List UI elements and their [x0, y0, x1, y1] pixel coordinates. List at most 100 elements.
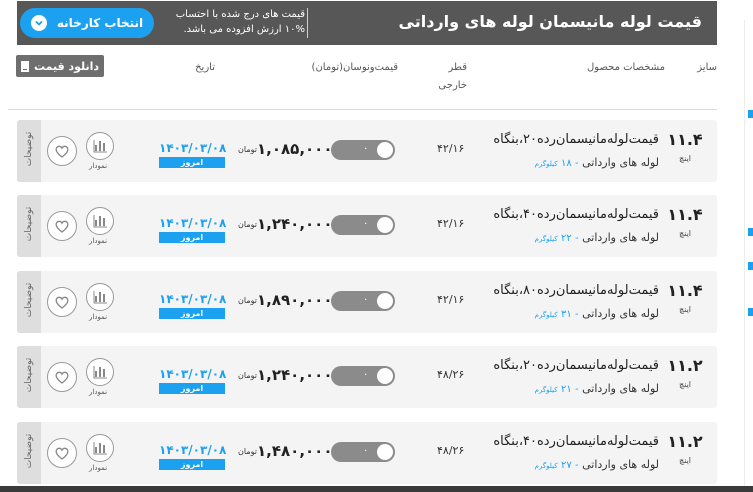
fluctuation-value: ۰ — [363, 218, 369, 229]
scroll-marker — [748, 110, 753, 118]
description-tab[interactable]: توضیحات — [17, 346, 41, 408]
header-divider-line — [8, 109, 717, 110]
description-tab[interactable]: توضیحات — [17, 195, 41, 257]
chart-label: نمودار — [89, 464, 108, 472]
pipe-size: ۱۱.۲ — [667, 432, 703, 451]
page-header: قیمت لوله مانیسمان لوله های وارداتی قیمت… — [17, 1, 717, 45]
description-label: توضیحات — [24, 131, 34, 167]
price-value: ۱,۸۹۰,۰۰۰ — [257, 291, 333, 309]
col-diameter: قطر خارجی — [438, 62, 467, 91]
chevron-down-icon — [30, 15, 47, 31]
fluctuation-toggle[interactable]: ۰ — [331, 366, 395, 386]
pipe-size: ۱۱.۴ — [667, 130, 703, 149]
outer-diameter: ۴۲/۱۶ — [437, 217, 465, 230]
price-value: ۱,۰۸۵,۰۰۰ — [257, 140, 333, 158]
product-name[interactable]: قیمت‌لوله‌مانیسمان‌رده۴۰،بنگاه — [493, 207, 659, 222]
today-badge: امروز — [159, 459, 225, 470]
favorite-button[interactable] — [47, 362, 77, 392]
product-name[interactable]: قیمت‌لوله‌مانیسمان‌رده۸۰،بنگاه — [493, 283, 659, 298]
weight-unit: کیلوگرم — [534, 462, 558, 470]
product-name[interactable]: قیمت‌لوله‌مانیسمان‌رده۴۰،بنگاه — [493, 434, 659, 449]
bar-chart-icon — [93, 215, 107, 228]
product-category: لوله های وارداتی — [582, 156, 659, 169]
scroll-marker — [748, 308, 753, 316]
today-badge: امروز — [159, 157, 225, 168]
favorite-button[interactable] — [47, 136, 77, 166]
heart-icon — [55, 220, 69, 233]
chart-label: نمودار — [89, 388, 108, 396]
taskbar-strip — [0, 486, 753, 492]
heart-icon — [55, 447, 69, 460]
currency-label: تومان — [238, 371, 257, 380]
product-line: لوله های وارداتی - ۲۷ کیلوگرم — [534, 458, 659, 471]
fluctuation-toggle[interactable]: ۰ — [331, 442, 395, 462]
favorite-button[interactable] — [47, 287, 77, 317]
description-tab[interactable]: توضیحات — [17, 271, 41, 333]
product-weight: ۲۱ — [561, 384, 572, 395]
heart-icon — [55, 145, 69, 158]
favorite-button[interactable] — [47, 438, 77, 468]
size-unit: اینچ — [678, 305, 692, 314]
toggle-knob — [377, 368, 393, 384]
description-tab[interactable]: توضیحات — [17, 120, 41, 182]
favorite-button[interactable] — [47, 211, 77, 241]
vat-note-line2: ۱۰% ارزش افزوده می باشد. — [183, 24, 305, 35]
fluctuation-toggle[interactable]: ۰ — [331, 140, 395, 160]
fluctuation-toggle[interactable]: ۰ — [331, 291, 395, 311]
price-row: توضیحات ۱۱.۲ اینچ قیمت‌لوله‌مانیسمان‌رده… — [17, 346, 717, 408]
chart-label: نمودار — [89, 313, 108, 321]
chart-label: نمودار — [89, 237, 108, 245]
fluctuation-value: ۰ — [363, 294, 369, 305]
col-size: سایز — [697, 62, 717, 73]
bar-chart-icon — [93, 140, 107, 153]
download-price-label: دانلود قیمت — [33, 59, 100, 73]
outer-diameter: ۴۸/۲۶ — [437, 444, 465, 457]
today-badge: امروز — [159, 232, 225, 243]
description-tab[interactable]: توضیحات — [17, 422, 41, 484]
vat-note: قیمت های درج شده با احتساب ۱۰% ارزش افزو… — [155, 7, 305, 37]
download-file-icon — [20, 60, 29, 72]
download-price-button[interactable]: دانلود قیمت — [16, 55, 104, 77]
price-row: توضیحات ۱۱.۲ اینچ قیمت‌لوله‌مانیسمان‌رده… — [17, 422, 717, 484]
chart-button[interactable] — [86, 132, 114, 160]
weight-unit: کیلوگرم — [534, 386, 558, 394]
size-unit: اینچ — [678, 154, 692, 163]
size-unit: اینچ — [678, 380, 692, 389]
product-line: لوله های وارداتی - ۲۱ کیلوگرم — [534, 382, 659, 395]
product-name[interactable]: قیمت‌لوله‌مانیسمان‌رده۲۰،بنگاه — [493, 358, 659, 373]
description-label: توضیحات — [24, 282, 34, 318]
scroll-marker — [748, 228, 753, 236]
price-row: توضیحات ۱۱.۴ اینچ قیمت‌لوله‌مانیسمان‌رده… — [17, 120, 717, 182]
today-badge: امروز — [159, 383, 225, 394]
price-date: ۱۴۰۳/۰۳/۰۸ — [159, 141, 227, 155]
price-value: ۱,۴۸۰,۰۰۰ — [257, 442, 333, 460]
bar-chart-icon — [93, 366, 107, 379]
outer-diameter: ۴۸/۲۶ — [437, 368, 465, 381]
col-price: قیمت‌ونوسان(تومان) — [311, 62, 398, 73]
pipe-size: ۱۱.۲ — [667, 356, 703, 375]
price-date: ۱۴۰۳/۰۳/۰۸ — [159, 367, 227, 381]
fluctuation-value: ۰ — [363, 445, 369, 456]
chart-button[interactable] — [86, 358, 114, 386]
currency-label: تومان — [238, 220, 257, 229]
header-divider — [307, 8, 308, 38]
product-name[interactable]: قیمت‌لوله‌مانیسمان‌رده۲۰،بنگاه — [493, 132, 659, 147]
chart-button[interactable] — [86, 434, 114, 462]
price-value: ۱,۲۴۰,۰۰۰ — [257, 366, 333, 384]
chart-button[interactable] — [86, 207, 114, 235]
col-diameter-line2: خارجی — [438, 80, 467, 91]
product-line: لوله های وارداتی - ۲۲ کیلوگرم — [534, 231, 659, 244]
size-unit: اینچ — [678, 456, 692, 465]
right-border-line — [744, 20, 745, 492]
product-category: لوله های وارداتی — [582, 231, 659, 244]
heart-icon — [55, 371, 69, 384]
chart-button[interactable] — [86, 283, 114, 311]
price-date: ۱۴۰۳/۰۳/۰۸ — [159, 443, 227, 457]
description-label: توضیحات — [24, 433, 34, 469]
pipe-size: ۱۱.۴ — [667, 281, 703, 300]
heart-icon — [55, 296, 69, 309]
product-line: لوله های وارداتی - ۱۸ کیلوگرم — [534, 156, 659, 169]
select-factory-button[interactable]: انتخاب کارخانه — [20, 8, 154, 38]
product-weight: ۲۲ — [561, 233, 572, 244]
fluctuation-toggle[interactable]: ۰ — [331, 215, 395, 235]
